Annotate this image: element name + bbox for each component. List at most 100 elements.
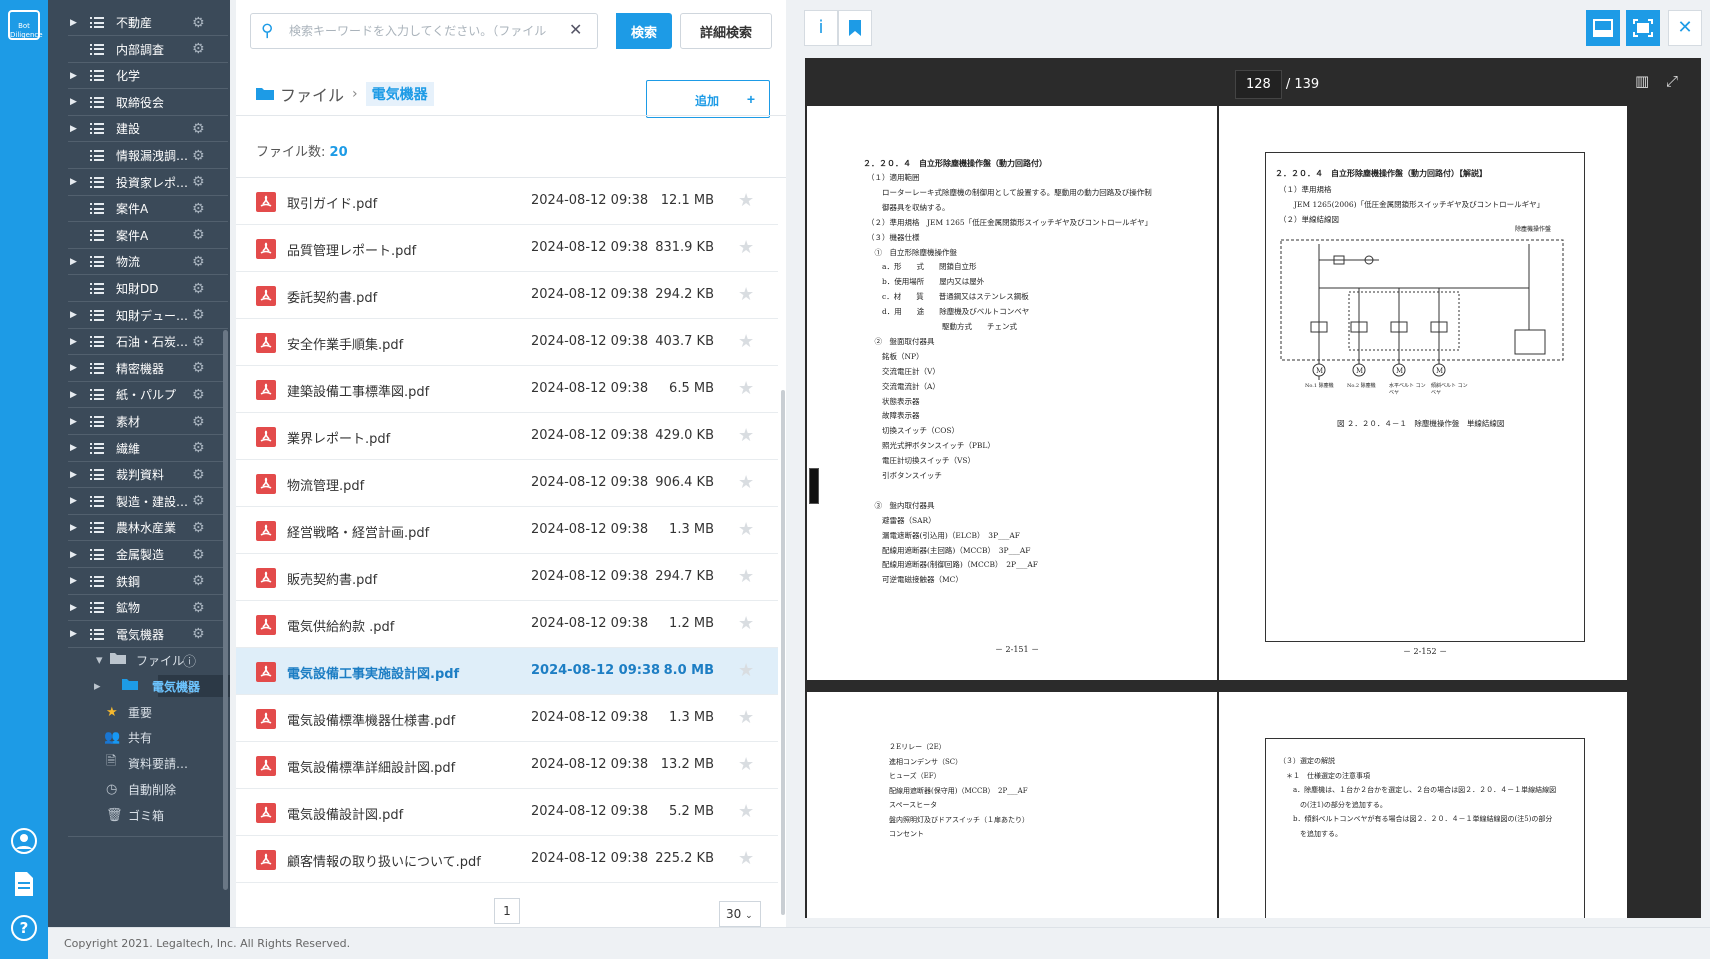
gear-icon[interactable]: ⚙ (192, 121, 205, 137)
info-icon[interactable]: ⓘ (183, 651, 196, 670)
star-icon[interactable]: ★ (738, 190, 754, 211)
gear-icon[interactable]: ⚙ (192, 41, 205, 57)
file-row[interactable]: 電気供給約款 .pdf 2024-08-12 09:38 1.2 MB ★ (236, 601, 778, 648)
star-icon[interactable]: ★ (738, 613, 754, 634)
caret-right-icon[interactable]: ▶ (70, 417, 77, 427)
file-name[interactable]: 電気設備設計図.pdf (287, 804, 403, 823)
file-name[interactable]: 電気設備工事実施設計図.pdf (287, 663, 459, 682)
file-list-scrollbar[interactable] (781, 390, 785, 915)
gear-icon[interactable]: ⚙ (192, 573, 205, 589)
gear-icon[interactable]: ⚙ (192, 307, 205, 323)
file-name[interactable]: 建築設備工事標準図.pdf (287, 381, 429, 400)
gear-icon[interactable]: ⚙ (192, 15, 205, 31)
file-row[interactable]: 電気設備標準詳細設計図.pdf 2024-08-12 09:38 13.2 MB ★ (236, 742, 778, 789)
sidebar-sub-shared[interactable]: 👥 共有 (48, 723, 230, 751)
star-icon[interactable]: ★ (738, 754, 754, 775)
sidebar-sub-auto-delete[interactable]: ◷ 自動削除 (48, 775, 230, 803)
caret-right-icon[interactable]: ▶ (70, 496, 77, 506)
advanced-search-button[interactable]: 詳細検索 (680, 13, 772, 49)
page-number-button[interactable]: 1 (494, 898, 520, 924)
sidebar-sub-trash[interactable]: 🗑 ゴミ箱 (48, 801, 230, 829)
caret-right-icon[interactable]: ▶ (70, 97, 77, 107)
file-row[interactable]: 顧客情報の取り扱いについて.pdf 2024-08-12 09:38 225.2 K… (236, 836, 778, 883)
file-row[interactable]: 電気設備工事実施設計図.pdf 2024-08-12 09:38 8.0 MB ★ (236, 648, 778, 695)
search-button[interactable]: 検索 (616, 13, 672, 49)
info-icon[interactable]: i (804, 10, 838, 46)
star-icon[interactable]: ★ (738, 425, 754, 446)
gear-icon[interactable]: ⚙ (192, 254, 205, 270)
caret-right-icon[interactable]: ▶ (70, 576, 77, 586)
sidebar-item[interactable]: ▶ 裁判資料 ⚙ (48, 460, 230, 489)
caret-right-icon[interactable]: ▶ (70, 470, 77, 480)
caret-right-icon[interactable]: ▶ (70, 310, 77, 320)
caret-right-icon[interactable]: ▶ (70, 177, 77, 187)
sidebar-item[interactable]: ▶ 製造・建設… ⚙ (48, 487, 230, 516)
sidebar-item[interactable]: ▶ 物流 ⚙ (48, 247, 230, 276)
gear-icon[interactable]: ⚙ (192, 467, 205, 483)
fit-screen-icon[interactable] (1626, 10, 1660, 46)
star-icon[interactable]: ★ (738, 284, 754, 305)
caret-right-icon[interactable]: ▶ (70, 603, 77, 613)
sidebar-item[interactable]: ▶ 金属製造 ⚙ (48, 540, 230, 569)
sidebar-item[interactable]: ▶ 不動産 ⚙ (48, 8, 230, 37)
caret-right-icon[interactable]: ▶ (70, 71, 77, 81)
sidebar-scrollbar[interactable] (223, 330, 228, 890)
file-name[interactable]: 経営戦略・経営計画.pdf (287, 522, 429, 541)
caret-right-icon[interactable]: ▶ (70, 363, 77, 373)
caret-right-icon[interactable]: ▶ (70, 629, 77, 639)
gear-icon[interactable]: ⚙ (192, 600, 205, 616)
file-row[interactable]: 物流管理.pdf 2024-08-12 09:38 906.4 KB ★ (236, 460, 778, 507)
sidebar-item[interactable]: ▶ 知財デュー… ⚙ (48, 301, 230, 330)
gear-icon[interactable]: ⚙ (192, 547, 205, 563)
gear-icon[interactable]: ⚙ (192, 201, 205, 217)
bookmark-icon[interactable] (838, 10, 872, 46)
file-row[interactable]: 電気設備標準機器仕様書.pdf 2024-08-12 09:38 1.3 MB ★ (236, 695, 778, 742)
caret-right-icon[interactable]: ▶ (70, 390, 77, 400)
caret-right-icon[interactable]: ▶ (70, 550, 77, 560)
sidebar-item[interactable]: 案件A ⚙ (48, 221, 230, 250)
file-name[interactable]: 委託契約書.pdf (287, 287, 377, 306)
file-name[interactable]: 顧客情報の取り扱いについて.pdf (287, 851, 481, 870)
help-icon[interactable]: ? (8, 912, 40, 944)
file-name[interactable]: 取引ガイド.pdf (287, 193, 377, 212)
file-row[interactable]: 建築設備工事標準図.pdf 2024-08-12 09:38 6.5 MB ★ (236, 366, 778, 413)
star-icon[interactable]: ★ (738, 566, 754, 587)
file-row[interactable]: 経営戦略・経営計画.pdf 2024-08-12 09:38 1.3 MB ★ (236, 507, 778, 554)
sidebar-item[interactable]: ▶ 鉄鋼 ⚙ (48, 567, 230, 596)
file-row[interactable]: 安全作業手順集.pdf 2024-08-12 09:38 403.7 KB ★ (236, 319, 778, 366)
file-row[interactable]: 業界レポート.pdf 2024-08-12 09:38 429.0 KB ★ (236, 413, 778, 460)
pdf-canvas[interactable]: 128 / 139 ▥ ⤢ ２．２０．４ 自立形除塵機操作盤（動力回路付） （１）… (805, 58, 1701, 918)
sidebar-item[interactable]: ▶ 化学 (48, 61, 230, 90)
sidebar-item[interactable]: ▶ 鉱物 ⚙ (48, 593, 230, 622)
star-icon[interactable]: ★ (738, 660, 754, 681)
file-name[interactable]: 販売契約書.pdf (287, 569, 377, 588)
file-name[interactable]: 業界レポート.pdf (287, 428, 390, 447)
caret-right-icon[interactable]: ▶ (70, 124, 77, 134)
sidebar-item[interactable]: ▶ 紙・パルプ ⚙ (48, 380, 230, 409)
search-input[interactable] (289, 21, 557, 41)
gear-icon[interactable]: ⚙ (192, 281, 205, 297)
gear-icon[interactable]: ⚙ (192, 334, 205, 350)
sidebar-toggle-icon[interactable]: ▥ (1635, 72, 1649, 90)
gear-icon[interactable]: ⚙ (192, 387, 205, 403)
star-icon[interactable]: ★ (738, 472, 754, 493)
clear-icon[interactable]: ✕ (569, 20, 582, 39)
current-page-input[interactable]: 128 (1235, 69, 1282, 99)
sidebar-item[interactable]: 案件A ⚙ (48, 194, 230, 223)
sidebar-item[interactable]: ▶ 投資家レポ… ⚙ (48, 168, 230, 197)
file-row[interactable]: 電気設備設計図.pdf 2024-08-12 09:38 5.2 MB ★ (236, 789, 778, 836)
star-icon[interactable]: ★ (738, 331, 754, 352)
gear-icon[interactable]: ⚙ (192, 360, 205, 376)
gear-icon[interactable]: ⚙ (192, 493, 205, 509)
gear-icon[interactable]: ⚙ (192, 148, 205, 164)
gear-icon[interactable]: ⚙ (192, 626, 205, 642)
file-name[interactable]: 電気設備標準詳細設計図.pdf (287, 757, 455, 776)
caret-right-icon[interactable]: ▶ (70, 443, 77, 453)
file-name[interactable]: 物流管理.pdf (287, 475, 364, 494)
file-name[interactable]: 電気設備標準機器仕様書.pdf (287, 710, 455, 729)
file-name[interactable]: 電気供給約款 .pdf (287, 616, 394, 635)
caret-right-icon[interactable]: ▶ (70, 523, 77, 533)
star-icon[interactable]: ★ (738, 237, 754, 258)
file-name[interactable]: 安全作業手順集.pdf (287, 334, 403, 353)
file-row[interactable]: 品質管理レポート.pdf 2024-08-12 09:38 831.9 KB ★ (236, 225, 778, 272)
